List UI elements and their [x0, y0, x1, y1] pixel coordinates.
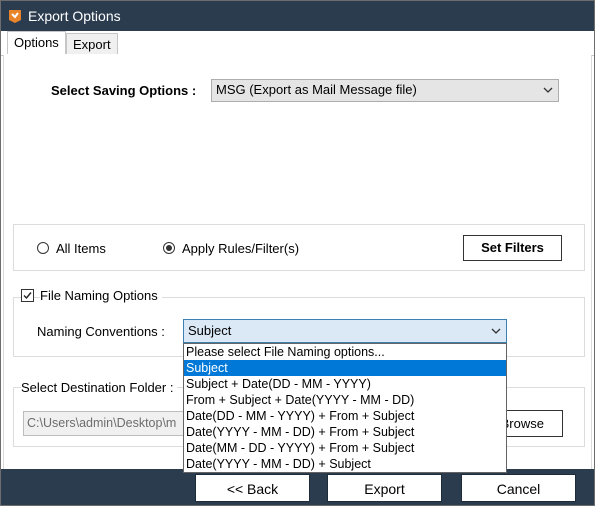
window-title: Export Options	[28, 8, 121, 24]
set-filters-button[interactable]: Set Filters	[463, 235, 562, 261]
apply-rules-radio[interactable]	[163, 242, 175, 254]
dropdown-option[interactable]: From + Subject + Date(YYYY - MM - DD)	[184, 392, 506, 408]
saving-options-label: Select Saving Options :	[51, 83, 197, 98]
app-logo-icon	[9, 10, 21, 23]
dropdown-option[interactable]: Date(DD - MM - YYYY) + From + Subject	[184, 408, 506, 424]
tab-options[interactable]: Options	[7, 31, 66, 54]
checkmark-icon	[23, 292, 32, 300]
back-button[interactable]: << Back	[195, 474, 310, 502]
destination-path-input[interactable]: C:\Users\admin\Desktop\m	[23, 411, 189, 436]
naming-conventions-value: Subject	[188, 323, 232, 338]
naming-conventions-label: Naming Conventions :	[37, 324, 165, 339]
dropdown-option[interactable]: Date(YYYY - MM - DD) + Subject	[184, 456, 506, 472]
all-items-radio[interactable]	[37, 242, 49, 254]
naming-options-dropdown: Please select File Naming options... Sub…	[183, 343, 507, 473]
dropdown-option[interactable]: Please select File Naming options...	[184, 344, 506, 360]
tab-export[interactable]: Export	[66, 33, 118, 54]
saving-options-value: MSG (Export as Mail Message file)	[216, 82, 417, 97]
apply-rules-label: Apply Rules/Filter(s)	[182, 241, 300, 256]
file-naming-label: File Naming Options	[40, 288, 162, 303]
naming-conventions-select[interactable]: Subject	[183, 319, 507, 343]
destination-folder-label: Select Destination Folder :	[21, 380, 178, 395]
title-bar[interactable]: Export Options	[1, 1, 594, 31]
dropdown-option[interactable]: Date(YYYY - MM - DD) + From + Subject	[184, 424, 506, 440]
file-naming-checkbox[interactable]	[21, 289, 34, 302]
saving-options-select[interactable]: MSG (Export as Mail Message file)	[211, 79, 559, 102]
cancel-button[interactable]: Cancel	[461, 474, 576, 502]
dropdown-option[interactable]: Subject + Date(DD - MM - YYYY)	[184, 376, 506, 392]
tab-strip: Options Export	[1, 31, 594, 56]
export-options-window: Export Options Options Export Select Sav…	[0, 0, 595, 506]
dropdown-option-selected[interactable]: Subject	[184, 360, 506, 376]
export-button[interactable]: Export	[327, 474, 442, 502]
chevron-down-icon	[491, 328, 501, 334]
all-items-label: All Items	[56, 241, 106, 256]
chevron-down-icon	[543, 87, 553, 93]
dropdown-option[interactable]: Date(MM - DD - YYYY) + From + Subject	[184, 440, 506, 456]
